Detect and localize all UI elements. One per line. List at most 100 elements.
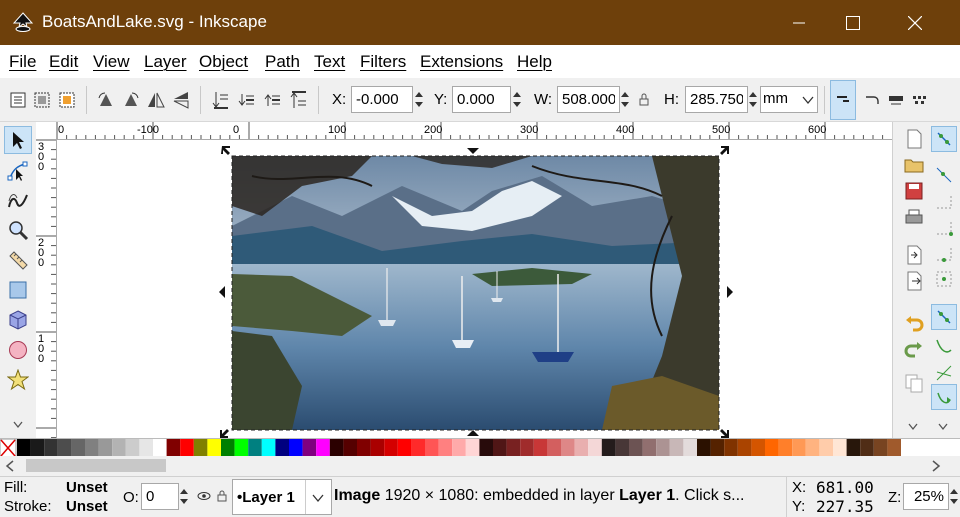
scale-stroke-toggle[interactable]: [830, 80, 856, 120]
raise-to-top-icon[interactable]: [288, 90, 308, 110]
menu-filters[interactable]: Filters: [360, 52, 406, 72]
selector-tool[interactable]: [4, 126, 32, 154]
snap-bbox-corner-icon[interactable]: [933, 216, 955, 238]
move-patterns-icon[interactable]: [910, 90, 930, 110]
snap-bbox-center-icon[interactable]: [933, 268, 955, 290]
rotate-cw-icon[interactable]: [121, 90, 141, 110]
select-all-layers-icon[interactable]: [32, 90, 52, 110]
lower-to-bottom-icon[interactable]: [210, 90, 230, 110]
menu-file[interactable]: File: [9, 52, 36, 72]
h-ruler-tick-label: 0: [58, 124, 65, 136]
scroll-right-icon[interactable]: [930, 460, 942, 472]
lower-icon[interactable]: [236, 90, 256, 110]
drawing-canvas[interactable]: [57, 140, 892, 438]
layer-select[interactable]: •Layer 1: [232, 479, 332, 515]
x-spinner-icon[interactable]: [413, 86, 425, 113]
scale-stroke-icon: [837, 96, 849, 102]
color-swatch: [574, 439, 589, 456]
lake-photo[interactable]: [232, 156, 719, 430]
menu-text[interactable]: Text: [314, 52, 345, 72]
zoom-tool[interactable]: [4, 216, 32, 244]
color-swatch: [193, 439, 208, 456]
print-icon[interactable]: [903, 206, 925, 228]
fill-value[interactable]: Unset: [66, 479, 108, 496]
snap-bbox-midpoint-icon[interactable]: [933, 242, 955, 264]
redo-icon[interactable]: [903, 336, 925, 358]
snap-more-icon[interactable]: [937, 422, 949, 432]
measure-tool[interactable]: [4, 246, 32, 274]
canvas-artwork: [219, 146, 733, 438]
menu-object[interactable]: Object: [199, 52, 248, 72]
select-all-icon[interactable]: [8, 90, 28, 110]
move-gradients-icon[interactable]: [886, 90, 906, 110]
snap-smooth-toggle[interactable]: [931, 384, 957, 410]
color-palette[interactable]: [0, 438, 960, 456]
color-swatch: [683, 439, 697, 456]
close-button[interactable]: [892, 0, 938, 45]
import-icon[interactable]: [903, 244, 925, 266]
cursor-x-label: X:: [792, 479, 807, 496]
opacity-spinner-icon[interactable]: [178, 483, 190, 510]
menu-edit[interactable]: Edit: [49, 52, 78, 72]
tweak-tool[interactable]: [4, 186, 32, 214]
ruler-corner: [36, 122, 57, 140]
snap-intersection-icon[interactable]: [933, 362, 955, 384]
w-input[interactable]: [557, 86, 620, 113]
save-icon[interactable]: [903, 180, 925, 202]
w-spinner-icon[interactable]: [619, 86, 631, 113]
copy-icon[interactable]: [903, 372, 925, 394]
h-input[interactable]: [685, 86, 748, 113]
zoom-input[interactable]: [903, 483, 949, 510]
commands-more-icon[interactable]: [907, 422, 919, 432]
menu-path[interactable]: Path: [265, 52, 300, 72]
rotate-ccw-icon[interactable]: [96, 90, 116, 110]
x-input[interactable]: [351, 86, 413, 113]
y-input[interactable]: [452, 86, 511, 113]
chevron-down-icon: [312, 494, 324, 503]
lock-proportions-icon[interactable]: [637, 90, 651, 110]
h-spinner-icon[interactable]: [747, 86, 759, 113]
horizontal-scrollbar[interactable]: [0, 456, 960, 476]
minimize-button[interactable]: [776, 0, 822, 45]
snap-smooth-icon: [937, 392, 951, 404]
v-ruler-tick-label: 0: [38, 257, 45, 269]
menu-extensions[interactable]: Extensions: [420, 52, 503, 72]
rectangle-tool[interactable]: [4, 276, 32, 304]
maximize-button[interactable]: [830, 0, 876, 45]
star-tool[interactable]: [4, 366, 32, 394]
scale-corners-icon[interactable]: [862, 90, 882, 110]
flip-horizontal-icon[interactable]: [146, 90, 166, 110]
snap-toggle[interactable]: [931, 126, 957, 152]
flip-vertical-icon[interactable]: [171, 90, 191, 110]
color-swatch: [125, 439, 140, 456]
deselect-icon[interactable]: [57, 90, 77, 110]
y-label: Y:: [434, 91, 448, 108]
snap-nodes-toggle[interactable]: [931, 304, 957, 330]
scroll-left-icon[interactable]: [4, 460, 16, 472]
raise-icon[interactable]: [262, 90, 282, 110]
unit-select[interactable]: mm: [760, 86, 818, 113]
node-tool[interactable]: [4, 157, 32, 185]
undo-icon[interactable]: [903, 310, 925, 332]
layer-visibility-icon[interactable]: [197, 490, 211, 502]
scroll-thumb[interactable]: [26, 459, 166, 472]
new-document-icon[interactable]: [903, 128, 925, 150]
export-icon[interactable]: [903, 270, 925, 292]
menu-help[interactable]: Help: [517, 52, 552, 72]
snap-bbox-icon[interactable]: [933, 164, 955, 186]
y-spinner-icon[interactable]: [511, 86, 523, 113]
layer-lock-icon[interactable]: [216, 489, 228, 503]
menu-view[interactable]: View: [93, 52, 130, 72]
snap-icon: [937, 132, 951, 146]
opacity-input[interactable]: [141, 483, 179, 510]
zoom-spinner-icon[interactable]: [948, 483, 960, 510]
menu-layer[interactable]: Layer: [144, 52, 187, 72]
snap-path-icon[interactable]: [933, 336, 955, 358]
snap-bbox-edge-icon[interactable]: [933, 190, 955, 212]
stroke-value[interactable]: Unset: [66, 498, 108, 515]
open-folder-icon[interactable]: [903, 154, 925, 176]
toolbox-more-icon[interactable]: [12, 420, 24, 430]
color-swatch: [465, 439, 480, 456]
3d-box-tool[interactable]: [4, 306, 32, 334]
ellipse-tool[interactable]: [4, 336, 32, 364]
